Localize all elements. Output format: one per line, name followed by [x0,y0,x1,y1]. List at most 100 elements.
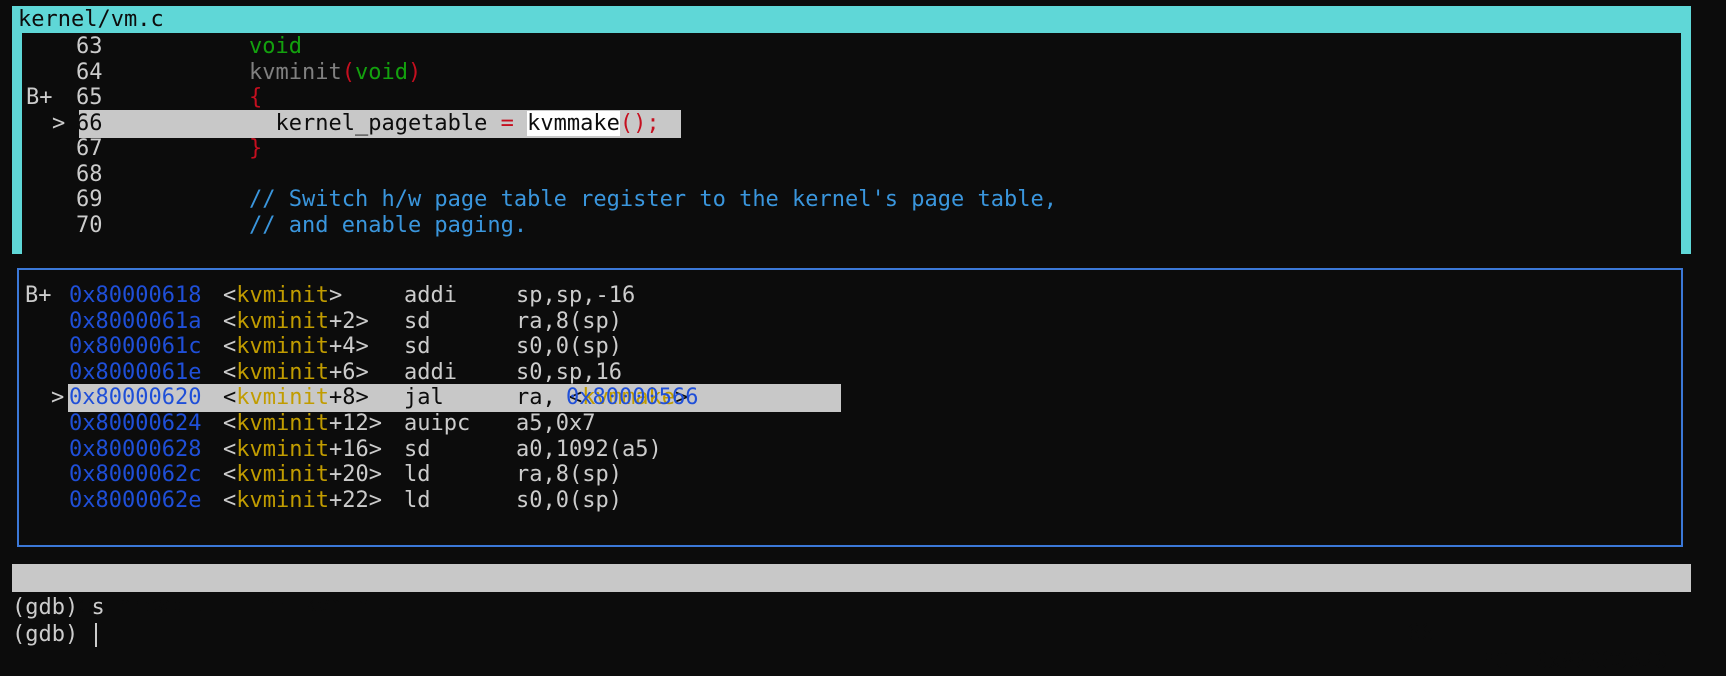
symbol-offset: <kvminit> [223,282,342,310]
status-bar: remote Thread 1.1 In: kvminit L66 PC: 0x… [12,564,1691,674]
opcode: addi [404,359,457,385]
opcode: addi [404,283,457,308]
operands: ra, 0x80000566 <kvmmake> [516,384,698,412]
code-token: ) [407,59,422,85]
angle-open: < [223,487,237,513]
symbol-offset-value: +8> [328,385,369,411]
breakpoint-marker: B+ [25,283,52,308]
text-cursor [95,623,98,647]
code-token: ( [341,59,355,85]
code-token: kvmmake [527,110,620,136]
operand-token: s0,sp,16 [516,359,622,385]
source-code: kernel_pagetable = kvmmake(); [249,110,660,138]
code-token: // Switch h/w page table register to the… [249,187,1057,212]
symbol-offset-value: +12> [328,411,382,436]
console-prompt-line[interactable]: (gdb) [12,621,98,649]
code-token: { [249,85,263,110]
symbol-offset: <kvminit+22> [223,487,382,515]
symbol-name: kvminit [236,283,329,308]
operands: a0,1092(a5) [516,436,662,464]
line-number: 68 [76,161,103,187]
instruction-address: 0x8000062c [69,462,202,488]
code-token: } [249,136,263,161]
angle-open: < [223,462,237,488]
console-line-1: (gdb) s [12,595,105,620]
symbol-name: kvminit [236,359,329,385]
instruction-address: 0x8000061e [69,359,202,385]
status-program-counter: PC: 0x80000620 [1482,649,1668,674]
operands: s0,0(sp) [516,333,622,361]
symbol-offset: <kvminit+6> [223,359,369,387]
angle-open: < [223,359,237,385]
line-number: 69 [76,187,103,212]
angle-open: < [223,334,237,360]
source-code-area[interactable]: 63 void 64 kvminit(void) B+ 65{>66 kernel_pag… [22,33,1681,254]
code-token: void [249,34,302,59]
status-line-number: L66 [1394,621,1434,646]
instruction-address: 0x80000628 [69,436,202,462]
gdb-prompt: (gdb) [12,622,92,647]
operand-token: s0,0(sp) [516,334,622,360]
operands: s0,0(sp) [516,487,622,515]
code-token: // and enable paging. [249,212,528,238]
line-number: 66 [76,110,103,136]
symbol-offset-value: +2> [328,308,369,334]
source-code: void [249,33,302,61]
symbol-name: kvminit [236,411,329,436]
opcode: sd [404,334,431,360]
code-token: void [354,59,408,85]
instruction-address: 0x80000618 [69,283,202,308]
symbol-offset: <kvminit+12> [223,410,382,438]
operands: ra,8(sp) [516,461,622,489]
breakpoint-marker: B+ [26,85,53,110]
symbol-offset: <kvminit+20> [223,461,382,489]
line-number: 63 [76,34,103,59]
angle-open: < [223,436,237,462]
instruction-address: 0x8000061c [69,334,202,360]
instruction-address: 0x80000624 [69,411,202,436]
operand-token: s0,0(sp) [516,487,622,513]
symbol-name: kvminit [236,436,329,462]
source-window-title: kernel/vm.c [18,6,164,33]
instruction-address: 0x80000620 [69,385,202,411]
symbol-offset-value: > [328,283,343,308]
line-number: 64 [76,59,103,85]
source-code: kvminit(void) [249,59,421,87]
operand-token: 0x80000566 [566,385,699,411]
symbol-name: kvminit [236,462,329,488]
symbol-offset: <kvminit+8> [223,384,369,412]
source-code: } [249,135,262,163]
operand-token: a0,1092(a5) [516,436,662,462]
angle-open: < [223,308,237,334]
symbol-name: kvminit [236,308,329,334]
opcode: ld [404,487,431,513]
angle-open: < [223,385,237,411]
symbol-name: kvminit [236,487,329,513]
line-number: 70 [76,212,103,238]
symbol-offset-value: +4> [328,334,369,360]
source-code: // Switch h/w page table register to the… [249,186,1057,214]
operand-token: ra, [516,385,556,411]
line-number: 67 [76,136,103,161]
symbol-offset-value: +16> [328,436,382,462]
code-token: (); [619,110,660,136]
source-code: { [249,84,262,112]
angle-open: < [223,411,237,436]
operands: sp,sp,-16 [516,282,635,310]
code-token: kvminit [249,59,342,85]
current-instruction-marker: > [51,385,65,411]
operands: a5,0x7 [516,410,595,438]
symbol-offset: <kvminit+2> [223,308,369,336]
symbol-offset-value: +22> [328,487,382,513]
opcode: sd [404,308,431,334]
source-window[interactable]: kernel/vm.c 63 void 64 kvminit(void) B+ 65{>6… [12,6,1691,254]
code-token: kernel_pagetable [249,110,501,136]
opcode: ld [404,462,431,488]
assembly-window[interactable]: B+ 0x80000618 <kvminit> addi sp,sp,-16 0x8000… [17,268,1683,547]
operands: ra,8(sp) [516,308,622,336]
operands: s0,sp,16 [516,359,622,387]
opcode: auipc [404,411,471,436]
line-number: 65 [76,85,103,110]
symbol-offset-value: +20> [328,462,382,488]
operand-token: ra,8(sp) [516,308,622,334]
